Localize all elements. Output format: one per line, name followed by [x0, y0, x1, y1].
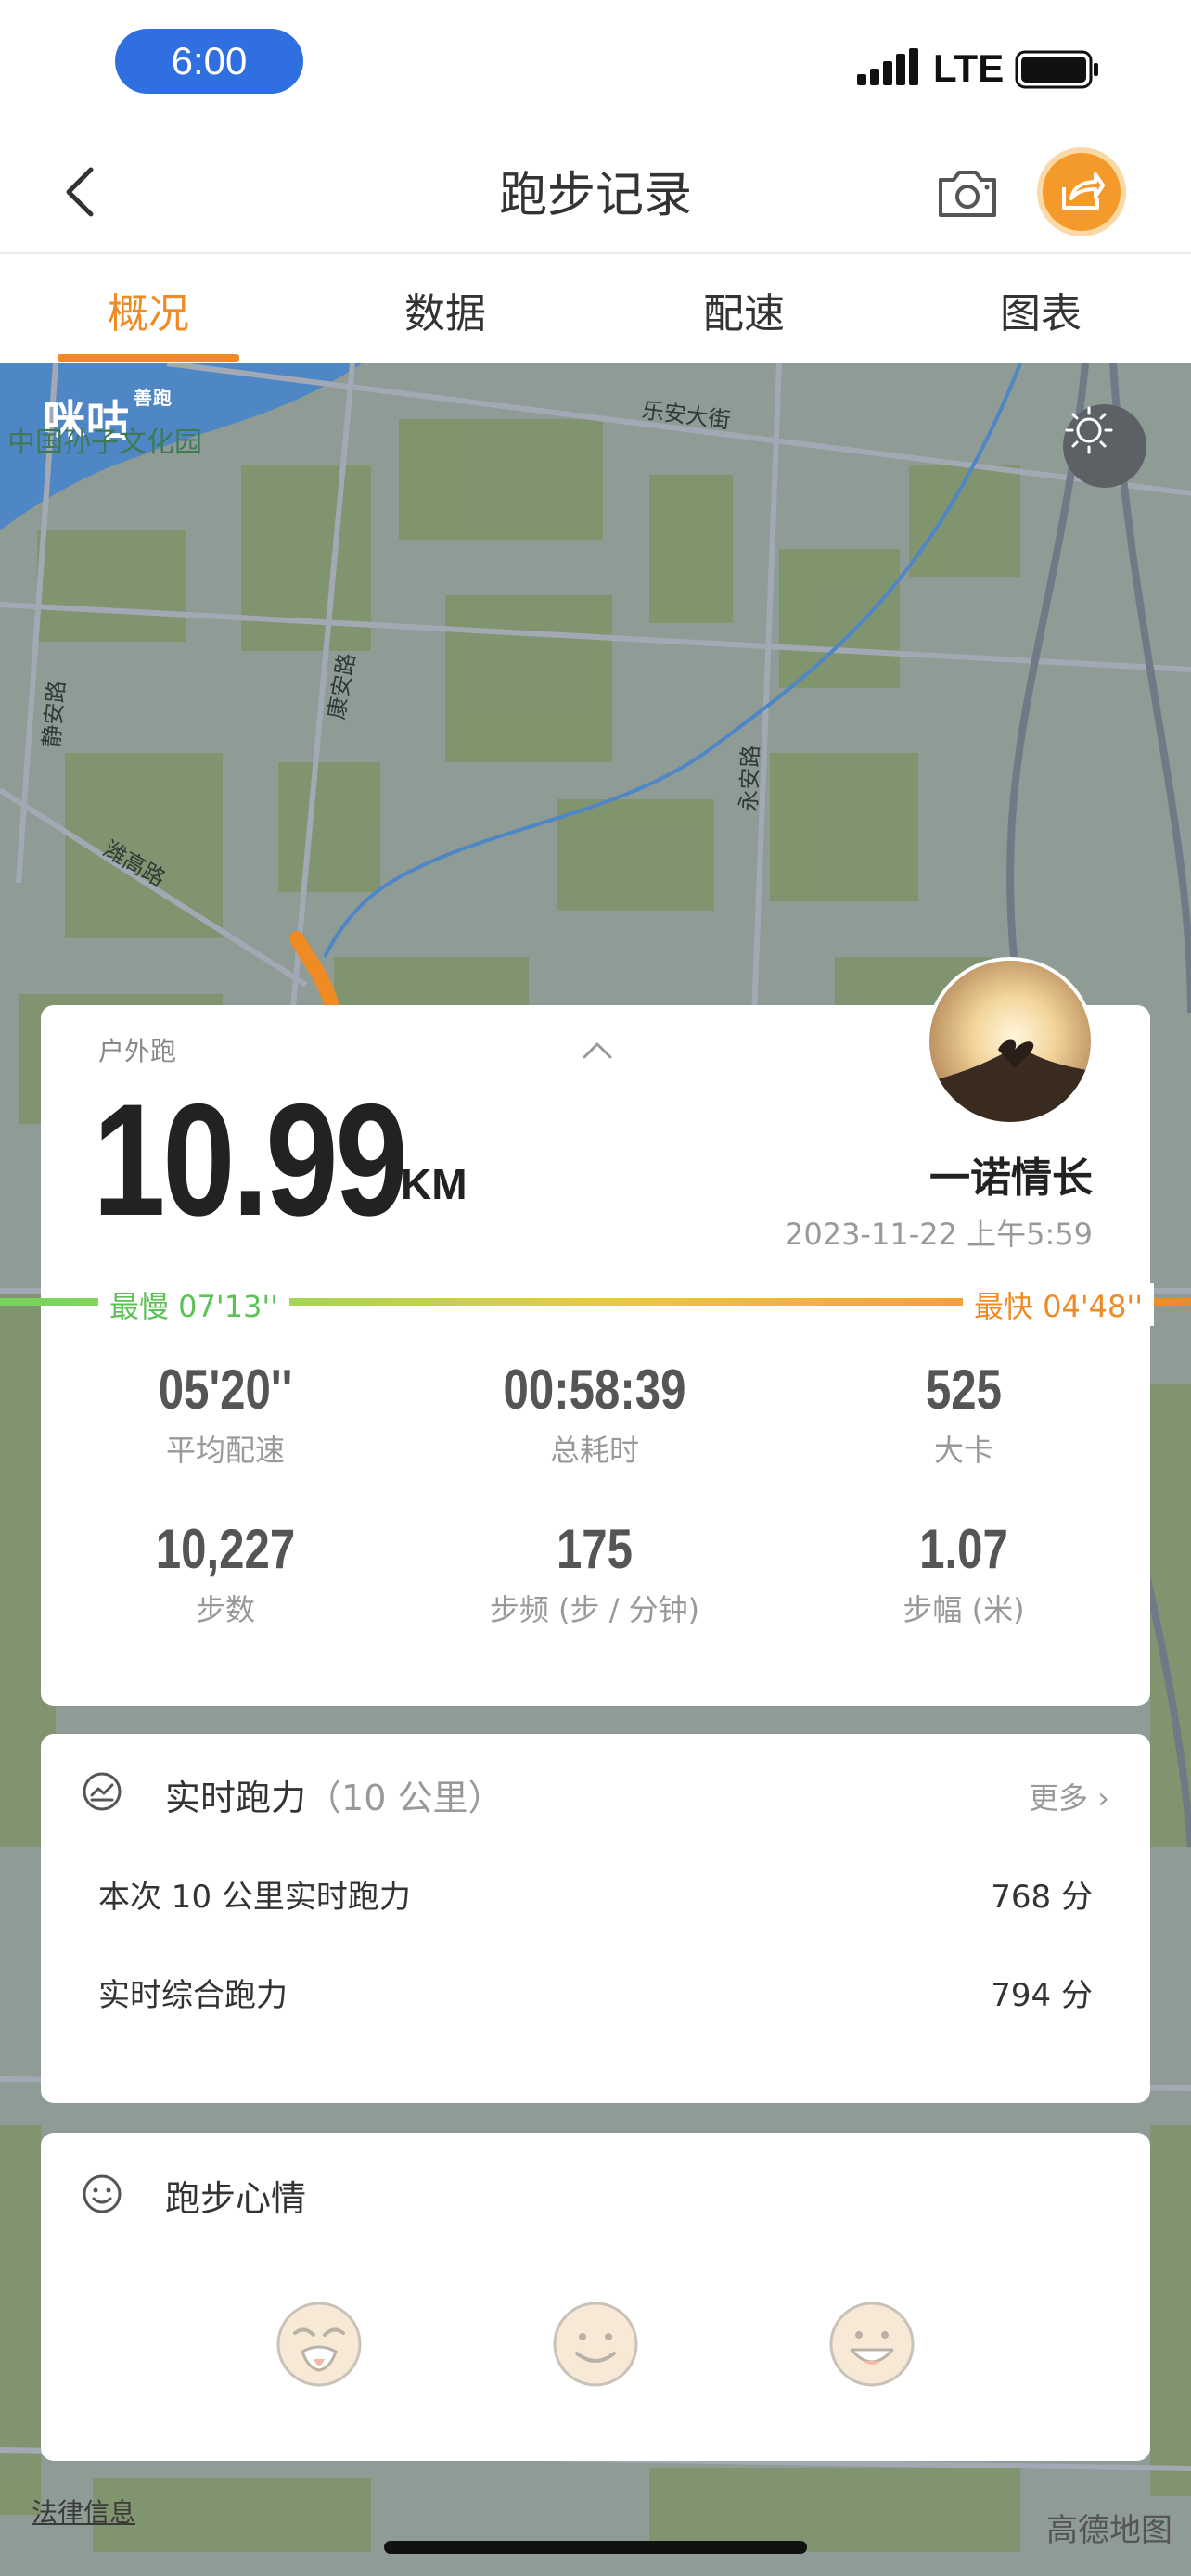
username: 一诺情长: [929, 1154, 1093, 1202]
power-row: 实时综合跑力 794 分: [98, 1970, 1093, 2015]
share-button[interactable]: [1037, 147, 1126, 236]
stat-calories: 525 大卡: [779, 1358, 1148, 1470]
power-row-label: 实时综合跑力: [98, 1977, 288, 2014]
battery-icon: [1015, 50, 1098, 89]
status-time: 6:00: [115, 29, 303, 94]
power-row-value: 794 分: [991, 1977, 1093, 2014]
tab-active-indicator: [58, 354, 239, 362]
mood-excited-icon[interactable]: [827, 2300, 916, 2389]
tab-pace[interactable]: 配速: [596, 254, 892, 363]
camera-icon[interactable]: [935, 165, 1000, 221]
stat-steps: 10,227 步数: [41, 1517, 410, 1629]
stat-stride: 1.07 步幅 (米): [779, 1517, 1148, 1629]
mood-happy-icon[interactable]: [551, 2300, 640, 2389]
stat-label: 大卡: [933, 1433, 993, 1468]
pace-range-bar: 最慢 07'13'' 最快 04'48'': [0, 1283, 1191, 1326]
network-type: LTE: [933, 46, 1005, 90]
stat-label: 总耗时: [549, 1433, 639, 1468]
stat-value: 525: [925, 1358, 1003, 1421]
distance-value: 10.99: [93, 1071, 408, 1249]
stat-value: 10,227: [155, 1518, 296, 1580]
power-row-label: 本次 10 公里实时跑力: [98, 1879, 411, 1916]
pace-slowest: 最慢 07'13'': [98, 1283, 290, 1326]
stat-cadence: 175 步频 (步 / 分钟): [410, 1517, 779, 1629]
stat-value: 1.07: [919, 1518, 1008, 1580]
tab-charts[interactable]: 图表: [892, 254, 1189, 363]
distance-unit: KM: [401, 1160, 467, 1208]
page-title: 跑步记录: [498, 168, 692, 223]
stat-value: 00:58:39: [503, 1358, 686, 1421]
running-mood-card: 跑步心情: [41, 2133, 1150, 2461]
avatar[interactable]: [926, 957, 1095, 1126]
stat-avg-pace: 05'20'' 平均配速: [41, 1358, 410, 1470]
map-road-label: 永安路: [736, 745, 764, 813]
map-road-label: 静安路: [38, 679, 70, 748]
chevron-up-icon[interactable]: [579, 1039, 616, 1061]
running-power-card[interactable]: 实时跑力（10 公里） 更多 › 本次 10 公里实时跑力 768 分 实时综合…: [41, 1734, 1150, 2103]
map-attribution: 高德地图: [1046, 2512, 1172, 2549]
avatar-image: [929, 961, 1091, 1122]
signal-strength-icon: [857, 48, 918, 85]
share-icon: [1062, 172, 1105, 210]
tab-bar: 概况 数据 配速 图表: [0, 254, 1191, 363]
stat-value: 05'20'': [158, 1358, 293, 1421]
smiley-icon: [83, 2174, 122, 2213]
stat-value: 175: [556, 1518, 634, 1580]
run-summary-card: 户外跑 10.99 KM 一诺情长 2023-11-22 上午5:59 最慢 0…: [0, 957, 1191, 1706]
power-row: 本次 10 公里实时跑力 768 分: [98, 1871, 1093, 1917]
stat-label: 步频 (步 / 分钟): [489, 1592, 700, 1627]
running-power-icon: [83, 1772, 122, 1811]
tab-data[interactable]: 数据: [297, 254, 594, 363]
stat-label: 步数: [195, 1592, 255, 1627]
tab-overview[interactable]: 概况: [0, 254, 297, 363]
status-bar: 6:00 LTE: [0, 0, 1191, 130]
legal-info-link[interactable]: 法律信息: [32, 2493, 135, 2530]
run-type: 户外跑: [98, 1036, 177, 1066]
stat-label: 平均配速: [165, 1433, 285, 1468]
map-poi-label: 中国孙子文化园: [7, 427, 202, 459]
home-indicator: [384, 2541, 807, 2554]
running-mood-title: 跑步心情: [165, 2178, 307, 2219]
running-power-title: 实时跑力（10 公里）: [165, 1778, 504, 1818]
nav-bar: 跑步记录: [0, 130, 1191, 254]
more-link[interactable]: 更多 ›: [1029, 1775, 1109, 1817]
map-brightness-button[interactable]: [1063, 404, 1146, 488]
mood-tired-icon[interactable]: [275, 2300, 364, 2389]
run-datetime: 2023-11-22 上午5:59: [784, 1217, 1093, 1252]
stat-label: 步幅 (米): [903, 1592, 1025, 1627]
pace-fastest: 最快 04'48'': [962, 1283, 1154, 1326]
lightbulb-icon: [1065, 406, 1113, 454]
power-row-value: 768 分: [991, 1879, 1093, 1916]
stat-total-time: 00:58:39 总耗时: [410, 1358, 779, 1470]
